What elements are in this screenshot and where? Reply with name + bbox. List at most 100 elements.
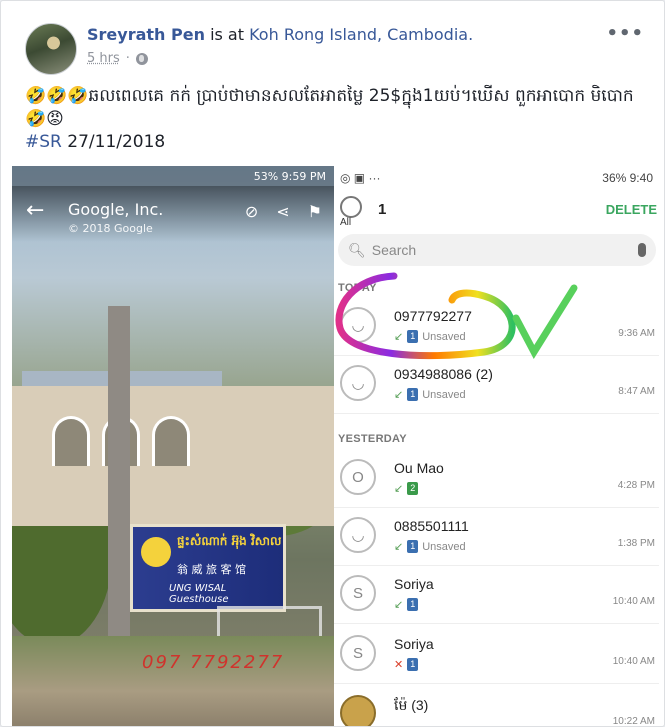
handwritten-number: 097 7792277 xyxy=(142,652,285,673)
call-sub: ↙ 1 Unsaved xyxy=(394,540,466,553)
call-sub: ↙ 2 xyxy=(394,482,419,495)
delete-button[interactable]: DELETE xyxy=(606,202,657,217)
post-caption: 🤣🤣🤣ឆលពេលគេ កក់ ប្រាប់ថាមានសលតែអាតម្លៃ 25… xyxy=(25,86,634,129)
post-text: 🤣🤣🤣ឆលពេលគេ កក់ ប្រាប់ថាមានសលតែអាតម្លៃ 25… xyxy=(25,85,644,154)
sign-logo xyxy=(141,537,171,567)
incoming-call-icon: ↙ xyxy=(394,541,404,553)
call-sub: ↙ 1 Unsaved xyxy=(394,330,466,343)
call-sub: ✕ 1 xyxy=(394,658,419,671)
status-icons-left: ◎ ▣ ··· xyxy=(340,171,381,185)
call-subtitle: Unsaved xyxy=(422,540,466,553)
sim-badge: 1 xyxy=(407,658,419,671)
search-placeholder: Search xyxy=(371,242,417,258)
call-row[interactable]: O Ou Mao ↙ 2 4:28 PM xyxy=(334,450,659,508)
call-subtitle: Unsaved xyxy=(422,388,466,401)
call-row[interactable]: S Soriya ↙ 1 10:40 AM xyxy=(334,566,659,624)
share-icon[interactable]: ⋖ xyxy=(276,202,289,221)
post-meta: 5 hrs · xyxy=(87,51,148,66)
select-all-label: All xyxy=(340,217,352,228)
call-row[interactable]: ◡ 0934988086 (2) ↙ 1 Unsaved 8:47 AM xyxy=(334,356,659,414)
author-line: Sreyrath Pen is at Koh Rong Island, Camb… xyxy=(87,25,473,44)
mic-icon[interactable] xyxy=(638,243,646,257)
sim-badge: 1 xyxy=(407,540,419,553)
status-right: 36% 9:40 xyxy=(602,171,653,185)
compass-icon[interactable]: ⊘ xyxy=(245,202,258,221)
dot-separator: · xyxy=(125,51,130,66)
post-header: Sreyrath Pen is at Koh Rong Island, Camb… xyxy=(25,23,652,75)
person-avatar-icon: ◡ xyxy=(340,307,376,343)
more-options-icon[interactable]: ••• xyxy=(606,23,644,44)
section-today: TODAY xyxy=(338,282,377,294)
ground xyxy=(12,636,334,726)
call-sub: ↙ 1 xyxy=(394,598,419,611)
is-at-text: is at xyxy=(210,25,245,44)
sim-badge: 1 xyxy=(407,598,419,611)
flag-icon[interactable]: ⚑ xyxy=(308,202,322,221)
call-sub: ↙ 1 Unsaved xyxy=(394,388,466,401)
streetview-photo[interactable]: 53% 9:59 PM ← Google, Inc. © 2018 Google… xyxy=(12,166,334,726)
sim-badge: 2 xyxy=(407,482,419,495)
call-name: 0934988086 (2) xyxy=(394,366,493,382)
streetview-actions: ⊘ ⋖ ⚑ xyxy=(245,202,322,221)
streetview-status-text: 53% 9:59 PM xyxy=(253,169,326,183)
call-time: 10:22 AM xyxy=(612,716,655,727)
call-time: 10:40 AM xyxy=(612,656,655,667)
call-log-photo[interactable]: ◎ ▣ ··· 36% 9:40 All 1 DELETE 🔍︎ Search … xyxy=(334,166,659,727)
utility-pole xyxy=(108,306,130,686)
sign-chinese: 翁 威 旅 客 馆 xyxy=(177,563,246,576)
streetview-title: Google, Inc. xyxy=(68,200,164,219)
sign-khmer: ផ្ទះសំណាក់ អ៊ុង វិសាល xyxy=(177,534,282,548)
select-all-checkbox[interactable] xyxy=(340,196,362,218)
call-row[interactable]: S Soriya ✕ 1 10:40 AM xyxy=(334,626,659,684)
call-subtitle: Unsaved xyxy=(422,330,466,343)
phone-statusbar: ◎ ▣ ··· 36% 9:40 xyxy=(334,166,659,190)
selected-count: 1 xyxy=(378,201,387,218)
call-time: 8:47 AM xyxy=(618,386,655,397)
call-time: 1:38 PM xyxy=(617,538,655,549)
call-name: Soriya xyxy=(394,576,434,592)
letter-avatar: O xyxy=(340,459,376,495)
call-row[interactable]: ម៉ែ (3) 10:22 AM xyxy=(334,686,659,727)
call-name: 0977792277 xyxy=(394,308,472,324)
photo-avatar xyxy=(340,695,376,726)
sign-english: UNG WISAL Guesthouse xyxy=(169,583,229,605)
author-avatar[interactable] xyxy=(25,23,77,75)
call-row[interactable]: ◡ 0977792277 ↙ 1 Unsaved 9:36 AM xyxy=(334,298,659,356)
call-time: 9:36 AM xyxy=(618,328,655,339)
incoming-call-icon: ↙ xyxy=(394,389,404,401)
call-name: ម៉ែ (3) xyxy=(394,697,429,713)
call-name: Ou Mao xyxy=(394,460,444,476)
streetview-copyright: © 2018 Google xyxy=(68,222,153,235)
call-name: Soriya xyxy=(394,636,434,652)
post-tags: #SR 27/11/2018 xyxy=(25,131,644,154)
post-time[interactable]: 5 hrs xyxy=(87,51,120,66)
incoming-call-icon: ↙ xyxy=(394,331,404,343)
person-avatar-icon: ◡ xyxy=(340,365,376,401)
call-row[interactable]: ◡ 0885501111 ↙ 1 Unsaved 1:38 PM xyxy=(334,508,659,566)
call-time: 4:28 PM xyxy=(617,480,655,491)
call-time: 10:40 AM xyxy=(612,596,655,607)
guesthouse-sign: ផ្ទះសំណាក់ អ៊ុង វិសាល 翁 威 旅 客 馆 UNG WISA… xyxy=(130,524,286,612)
letter-avatar: S xyxy=(340,575,376,611)
post-date: 27/11/2018 xyxy=(67,132,166,152)
back-arrow-icon[interactable]: ← xyxy=(26,198,44,223)
post-card: Sreyrath Pen is at Koh Rong Island, Camb… xyxy=(0,0,665,727)
search-icon: 🔍︎ xyxy=(348,241,366,258)
globe-icon[interactable] xyxy=(135,52,148,65)
streetview-topbar: ← Google, Inc. © 2018 Google ⊘ ⋖ ⚑ xyxy=(12,186,334,242)
missed-call-icon: ✕ xyxy=(394,659,404,671)
incoming-call-icon: ↙ xyxy=(394,599,404,611)
location-link[interactable]: Koh Rong Island, Cambodia. xyxy=(249,25,473,44)
streetview-statusbar: 53% 9:59 PM xyxy=(12,166,334,186)
search-input[interactable]: 🔍︎ Search xyxy=(338,234,656,266)
sim-badge: 1 xyxy=(407,388,419,401)
call-name: 0885501111 xyxy=(394,518,469,534)
building-arch xyxy=(152,416,190,466)
author-name[interactable]: Sreyrath Pen xyxy=(87,25,205,44)
incoming-call-icon: ↙ xyxy=(394,483,404,495)
sim-badge: 1 xyxy=(407,330,419,343)
person-avatar-icon: ◡ xyxy=(340,517,376,553)
section-yesterday: YESTERDAY xyxy=(338,433,407,445)
hashtag-link[interactable]: #SR xyxy=(25,132,62,152)
building-arch xyxy=(52,416,90,466)
